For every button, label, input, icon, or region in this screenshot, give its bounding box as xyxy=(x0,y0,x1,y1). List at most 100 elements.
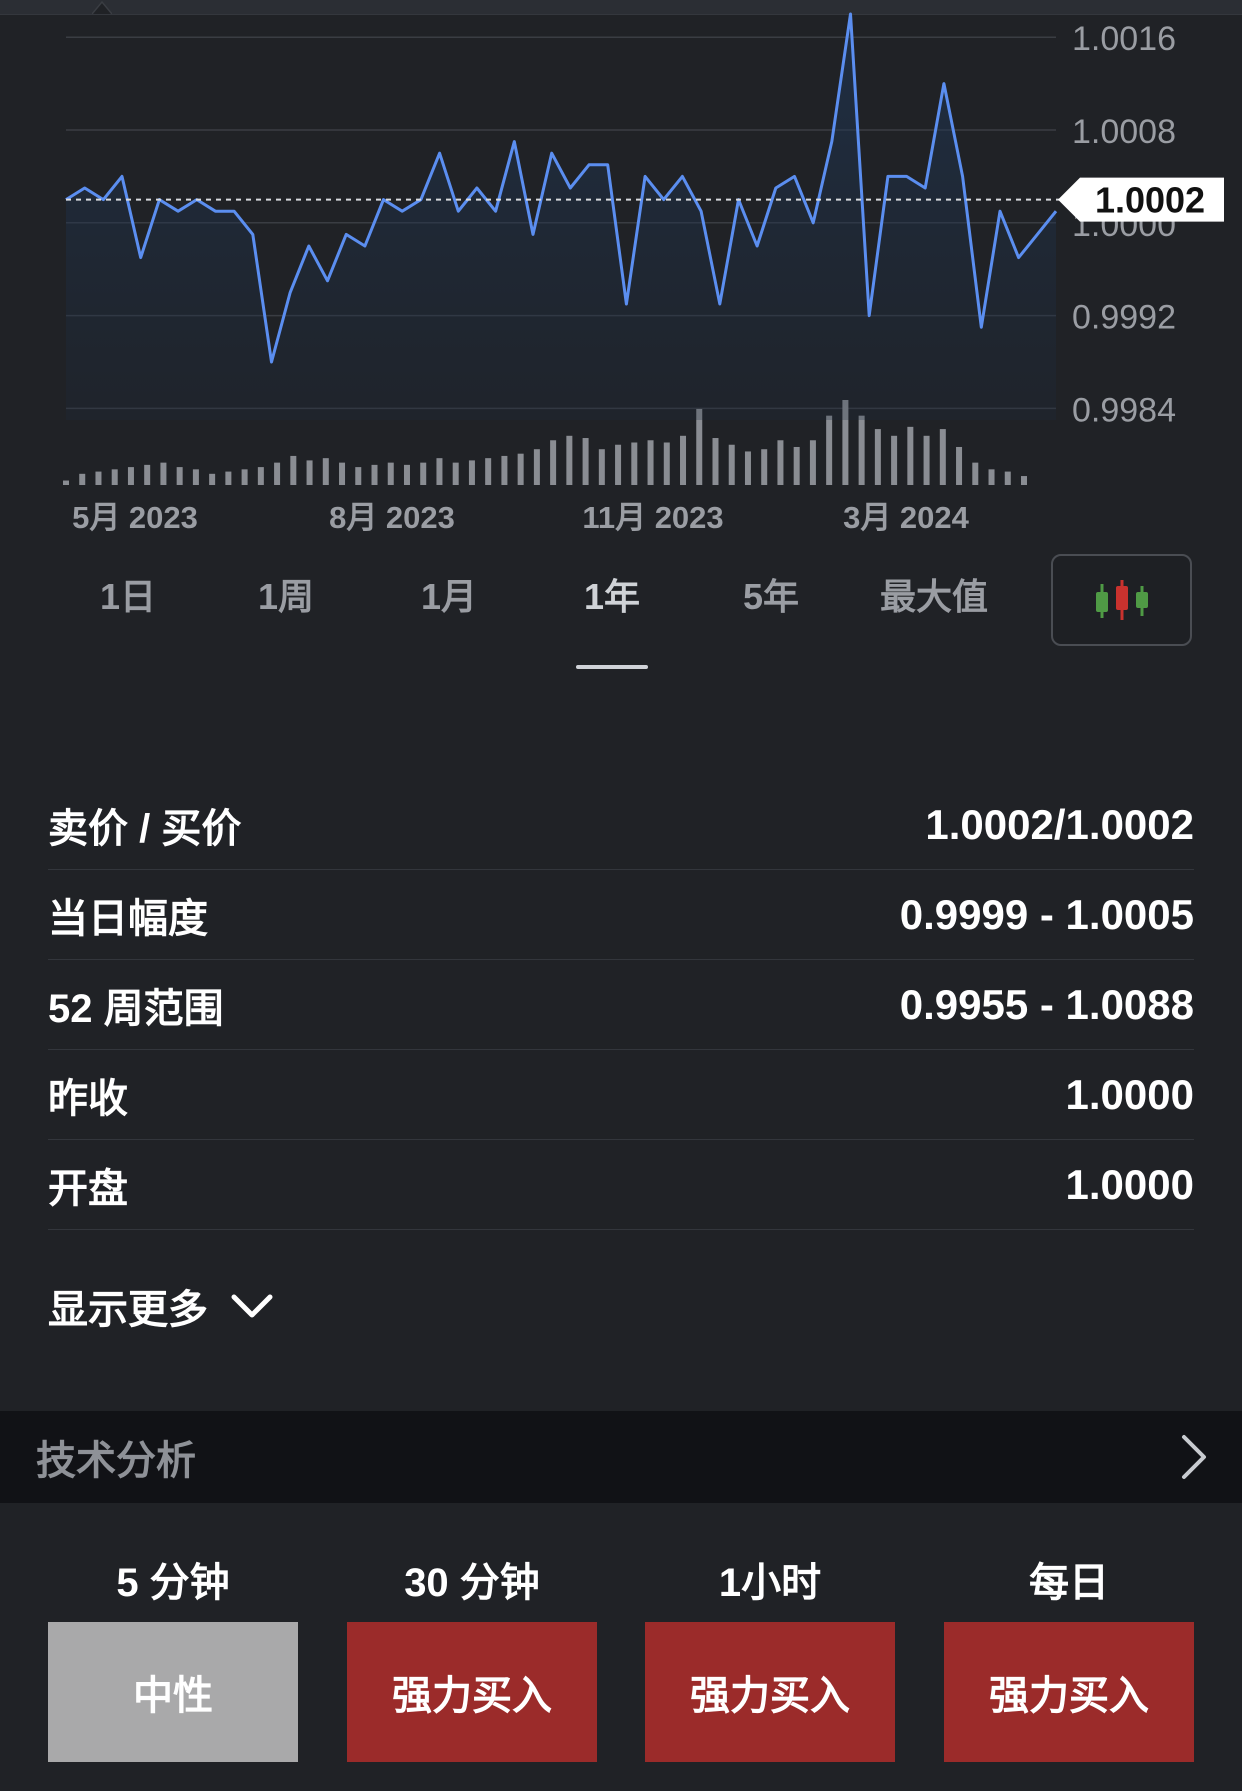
current-price-label: 1.0002 xyxy=(1095,180,1205,221)
volume-bar xyxy=(111,469,118,485)
signal-col-1h: 1小时 强力买入 xyxy=(645,1548,895,1762)
volume-bar xyxy=(79,473,86,485)
volume-bar xyxy=(907,426,914,485)
volume-bar xyxy=(972,462,979,485)
y-tick-label: 0.9984 xyxy=(1072,391,1176,429)
x-tick-label: 8月 2023 xyxy=(329,500,455,535)
stat-label: 开盘 xyxy=(48,1166,128,1211)
signal-col-daily: 每日 强力买入 xyxy=(944,1548,1194,1762)
technical-analysis-title: 技术分析 xyxy=(36,1439,196,1483)
signal-badge[interactable]: 强力买入 xyxy=(645,1622,895,1762)
volume-bar xyxy=(403,464,410,485)
volume-bar xyxy=(680,435,687,485)
show-more-label: 显示更多 xyxy=(48,1288,208,1332)
range-tab-1d[interactable]: 1日 xyxy=(88,575,168,625)
signal-col-5min: 5 分钟 中性 xyxy=(48,1548,298,1762)
chevron-down-icon xyxy=(231,1294,273,1318)
volume-bar xyxy=(241,469,248,485)
volume-bar xyxy=(452,462,459,485)
volume-bar xyxy=(127,467,134,485)
stat-label: 52 周范围 xyxy=(48,986,224,1031)
stat-row-prev-close: 昨收 1.0000 xyxy=(48,1050,1194,1140)
volume-bar xyxy=(355,467,362,485)
stat-value: 1.0002/1.0002 xyxy=(925,800,1194,848)
x-tick-label: 5月 2023 xyxy=(72,500,198,535)
volume-bar xyxy=(809,440,816,485)
volume-bar xyxy=(956,446,963,485)
volume-bar xyxy=(598,449,605,485)
time-range-selector: 1日 1周 1月 1年 5年 最大值 xyxy=(0,545,1242,669)
volume-bar xyxy=(826,415,833,485)
volume-bar xyxy=(874,429,881,485)
show-more-button[interactable]: 显示更多 xyxy=(48,1276,274,1336)
stat-label: 卖价 / 买价 xyxy=(48,806,242,851)
stat-value: 0.9999 - 1.0005 xyxy=(899,890,1194,938)
volume-bar xyxy=(485,458,492,485)
technical-analysis-header[interactable]: 技术分析 xyxy=(0,1411,1242,1503)
stat-value: 0.9955 - 1.0088 xyxy=(899,980,1194,1028)
volume-bar xyxy=(647,440,654,485)
volume-bar xyxy=(290,455,297,485)
signal-col-30min: 30 分钟 强力买入 xyxy=(347,1548,597,1762)
x-tick-label: 11月 2023 xyxy=(582,500,723,535)
stat-value: 1.0000 xyxy=(1065,1160,1194,1208)
volume-bar xyxy=(420,462,427,485)
x-tick-label: 3月 2024 xyxy=(843,500,970,535)
volume-bar xyxy=(322,458,329,485)
signal-badge[interactable]: 强力买入 xyxy=(944,1622,1194,1762)
volume-bar xyxy=(387,462,394,485)
signal-badge[interactable]: 强力买入 xyxy=(347,1622,597,1762)
volume-bar xyxy=(306,460,313,485)
y-tick-label: 1.0016 xyxy=(1072,20,1176,58)
candlestick-icon xyxy=(1095,580,1148,620)
range-tab-1y[interactable]: 1年 xyxy=(570,575,654,669)
chevron-right-icon xyxy=(1182,1435,1206,1479)
volume-bar xyxy=(761,449,768,485)
price-chart[interactable]: 1.00161.00081.00000.99920.99845月 2023 8月 … xyxy=(0,0,1242,540)
volume-bar xyxy=(1004,471,1011,485)
range-tab-label: 1年 xyxy=(583,576,641,617)
range-tab-1m[interactable]: 1月 xyxy=(409,575,489,625)
volume-bar xyxy=(160,462,167,485)
volume-bar xyxy=(696,408,703,485)
stat-row-open: 开盘 1.0000 xyxy=(48,1140,1194,1230)
volume-bar xyxy=(533,449,540,485)
volume-bar xyxy=(63,480,69,485)
volume-bar xyxy=(988,469,995,485)
range-tab-label: 1月 xyxy=(420,576,478,617)
signal-badge[interactable]: 中性 xyxy=(48,1622,298,1762)
volume-bar xyxy=(550,440,557,485)
volume-bar xyxy=(501,455,508,485)
volume-bar xyxy=(582,438,589,485)
volume-bar xyxy=(566,435,573,485)
range-tab-max[interactable]: 最大值 xyxy=(872,575,996,625)
volume-bar xyxy=(176,467,183,485)
signal-period: 1小时 xyxy=(718,1561,822,1605)
price-area xyxy=(66,14,1056,420)
volume-bar xyxy=(371,464,378,485)
volume-bar xyxy=(1021,476,1027,485)
technical-signals: 5 分钟 中性 30 分钟 强力买入 1小时 强力买入 每日 强力买入 xyxy=(48,1548,1196,1762)
stat-row-day-range: 当日幅度 0.9999 - 1.0005 xyxy=(48,870,1194,960)
signal-period: 每日 xyxy=(1029,1561,1109,1605)
quote-stats-table: 卖价 / 买价 1.0002/1.0002 当日幅度 0.9999 - 1.00… xyxy=(48,780,1194,1230)
volume-bar xyxy=(339,462,346,485)
stat-label: 当日幅度 xyxy=(48,896,208,941)
volume-bar xyxy=(923,435,930,485)
stat-row-bid-ask: 卖价 / 买价 1.0002/1.0002 xyxy=(48,780,1194,870)
candlestick-toggle-button[interactable] xyxy=(1051,554,1192,646)
stat-row-52-week-range: 52 周范围 0.9955 - 1.0088 xyxy=(48,960,1194,1050)
volume-bar xyxy=(744,451,751,485)
volume-bar xyxy=(517,453,524,485)
volume-bar xyxy=(712,438,719,485)
range-tab-5y[interactable]: 5年 xyxy=(731,575,811,625)
stat-label: 昨收 xyxy=(48,1076,128,1121)
volume-bar xyxy=(939,429,946,485)
volume-bar xyxy=(225,471,232,485)
volume-bar xyxy=(777,440,784,485)
range-tab-label: 1日 xyxy=(99,576,157,617)
range-tab-1w[interactable]: 1周 xyxy=(246,575,326,625)
volume-bar xyxy=(615,444,622,485)
volume-bar xyxy=(192,469,199,485)
volume-bar xyxy=(144,464,151,485)
